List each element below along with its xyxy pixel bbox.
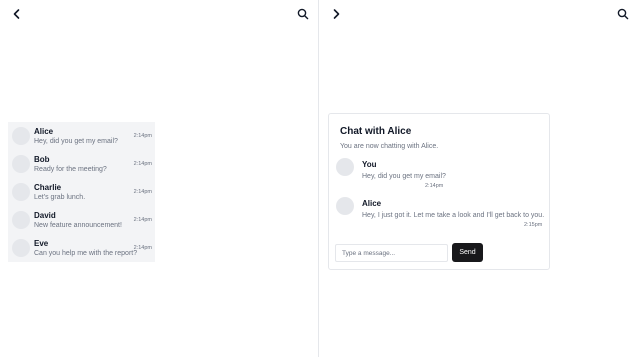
search-button[interactable] <box>295 6 311 22</box>
forward-button[interactable] <box>328 6 344 22</box>
chat-name: Alice <box>34 126 54 136</box>
avatar <box>12 183 30 201</box>
chat-name: Charlie <box>34 182 62 192</box>
chat-time: 2:14pm <box>133 189 152 195</box>
search-icon <box>617 8 629 20</box>
search-button[interactable] <box>615 6 631 22</box>
chevron-right-icon <box>333 9 340 19</box>
avatar <box>336 197 354 215</box>
search-icon <box>297 8 309 20</box>
message-input[interactable] <box>335 244 448 262</box>
chat-preview: Ready for the meeting? <box>34 165 107 173</box>
chat-time: 2:14pm <box>133 161 152 167</box>
message-time: 2:15pm <box>524 222 543 228</box>
chat-preview: New feature announcement! <box>34 221 122 229</box>
back-button[interactable] <box>9 6 25 22</box>
send-button[interactable]: Send <box>452 243 483 262</box>
chat-name: David <box>34 210 56 220</box>
avatar <box>12 211 30 229</box>
message: You Hey, did you get my email? 2:14pm <box>336 158 544 192</box>
avatar <box>12 127 30 145</box>
chat-item-alice[interactable]: Alice Hey, did you get my email? 2:14pm <box>8 122 155 150</box>
chat-list: Alice Hey, did you get my email? 2:14pm … <box>8 122 155 262</box>
message-sender: Alice <box>362 199 382 208</box>
chat-preview: Let's grab lunch. <box>34 193 86 201</box>
message: Alice Hey, I just got it. Let me take a … <box>336 197 544 231</box>
chat-title: Chat with Alice <box>340 126 412 137</box>
message-text: Hey, did you get my email? <box>362 173 446 180</box>
chat-item-charlie[interactable]: Charlie Let's grab lunch. 2:14pm <box>8 178 155 206</box>
chat-time: 2:14pm <box>133 245 152 251</box>
chat-preview: Hey, did you get my email? <box>34 137 118 145</box>
chat-time: 2:14pm <box>133 217 152 223</box>
avatar <box>336 158 354 176</box>
chevron-left-icon <box>13 9 20 19</box>
message-time: 2:14pm <box>425 183 444 189</box>
avatar <box>12 239 30 257</box>
chat-time: 2:14pm <box>133 133 152 139</box>
message-text: Hey, I just got it. Let me take a look a… <box>362 212 545 219</box>
chat-name: Bob <box>34 154 50 164</box>
chat-subtitle: You are now chatting with Alice. <box>340 143 439 150</box>
chat-list-pane: Alice Hey, did you get my email? 2:14pm … <box>0 0 319 357</box>
chat-preview: Can you help me with the report? <box>34 249 138 257</box>
avatar <box>12 155 30 173</box>
chat-item-eve[interactable]: Eve Can you help me with the report? 2:1… <box>8 234 155 262</box>
chat-item-bob[interactable]: Bob Ready for the meeting? 2:14pm <box>8 150 155 178</box>
message-sender: You <box>362 160 377 169</box>
chat-name: Eve <box>34 238 49 248</box>
chat-item-david[interactable]: David New feature announcement! 2:14pm <box>8 206 155 234</box>
